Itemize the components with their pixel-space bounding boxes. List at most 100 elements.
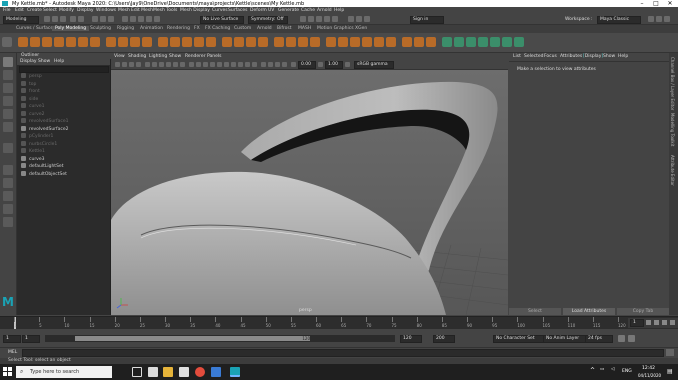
ae-menu-help[interactable]: Help [618,54,628,59]
select-object-icon[interactable] [100,16,106,22]
tab-rigging[interactable]: Rigging [117,26,134,31]
menu-select[interactable]: Select [43,8,57,13]
chrome-icon[interactable] [195,367,205,377]
smooth-shade-icon[interactable] [196,62,201,67]
select-hierarchy-icon[interactable] [92,16,98,22]
clock-date[interactable]: 04/11/2020 [638,373,661,378]
arnold-ipr-icon[interactable] [356,16,362,22]
bridge-icon[interactable] [194,37,204,47]
tab-animation[interactable]: Animation [140,26,163,31]
connect-icon[interactable] [286,37,296,47]
quad-draw-icon[interactable] [298,37,308,47]
toggle-outliner-icon[interactable] [648,16,654,22]
command-input[interactable] [22,349,664,357]
menu-edit-mesh[interactable]: Edit Mesh [131,8,153,13]
poly-disc-icon[interactable] [90,37,100,47]
open-scene-icon[interactable] [52,16,58,22]
outliner-item[interactable]: curve2 [21,110,44,118]
append-icon[interactable] [234,37,244,47]
poly-plane-icon[interactable] [78,37,88,47]
tab-channel-box[interactable]: Channel Box / Layer Editor [670,57,675,110]
tab-sculpting[interactable]: Sculpting [90,26,111,31]
tab-curves-surfaces[interactable]: Curves / Surfaces [16,26,56,31]
playback-start-field[interactable]: 1 [22,335,40,343]
unfold-uv-icon[interactable] [502,37,512,47]
tray-chevron-icon[interactable]: ^ [590,367,595,374]
menu-mesh-display[interactable]: Mesh Display [180,8,210,13]
auto-uv-icon[interactable] [466,37,476,47]
menu-file[interactable]: File [3,8,11,13]
outliner-item[interactable]: persp [21,73,42,80]
ae-menu-focus[interactable]: Focus [544,54,557,59]
select-button[interactable]: Select [509,308,561,315]
poly-cone-icon[interactable] [54,37,64,47]
lasso-tool-icon[interactable] [3,70,13,80]
start-time-field[interactable]: 1 [3,335,21,343]
single-pane-layout-icon[interactable] [3,165,13,175]
outliner-search-input[interactable] [19,66,109,73]
windows-start-icon[interactable] [3,367,12,376]
task-view-icon[interactable] [132,367,142,377]
boolean-icon[interactable] [158,37,168,47]
menu-mesh[interactable]: Mesh [118,8,130,13]
rotate-tool-icon[interactable] [3,109,13,119]
current-frame-field[interactable]: 1 [630,319,644,327]
layout-uv-icon[interactable] [514,37,524,47]
menu-arnold[interactable]: Arnold [317,8,332,13]
merge-icon[interactable] [402,37,412,47]
platonic-solid-icon[interactable] [106,37,116,47]
ipr-render-icon[interactable] [316,16,322,22]
ae-menu-list[interactable]: List [513,54,521,59]
snap-grid-icon[interactable] [122,16,128,22]
fps-dropdown[interactable]: 24 fps [585,335,613,343]
outliner-item[interactable]: pCylinder1 [21,133,53,140]
tab-arnold[interactable]: Arnold [257,26,272,31]
outliner-item[interactable]: curve3 [21,155,44,163]
edge-loop-icon[interactable] [310,37,320,47]
close-button[interactable]: ✕ [664,0,676,7]
tab-xgen[interactable]: XGen [355,26,367,31]
poke-icon[interactable] [350,37,360,47]
fill-hole-icon[interactable] [246,37,256,47]
volume-icon[interactable]: ◁ [611,367,614,372]
use-lights-icon[interactable] [217,62,222,67]
character-set-dropdown[interactable]: No Character Set [493,335,545,343]
collapse-icon[interactable] [414,37,424,47]
wedge-icon[interactable] [362,37,372,47]
ae-menu-attributes[interactable]: Attributes [560,54,582,59]
outliner-item[interactable]: side [21,95,38,103]
mirror-icon[interactable] [170,37,180,47]
smooth-icon[interactable] [142,37,152,47]
poly-cylinder-icon[interactable] [42,37,52,47]
snap-surface-icon[interactable] [154,16,160,22]
ae-menu-display[interactable]: [Display] [583,54,603,59]
outliner-menu-help[interactable]: Help [54,59,64,64]
arnold-view-icon[interactable] [364,16,370,22]
language-indicator[interactable]: ENG [622,369,632,374]
viewport-persp[interactable]: persp [111,70,508,315]
maya-taskbar-icon[interactable] [230,367,240,377]
playback-end-field[interactable]: 120 [400,335,422,343]
outliner-item[interactable]: nurbsCircle1 [21,140,57,148]
notifications-icon[interactable]: ▤ [667,368,673,375]
four-pane-layout-icon[interactable] [3,178,13,188]
network-icon[interactable]: ▭ [600,367,604,372]
snap-curve-icon[interactable] [130,16,136,22]
menu-edit[interactable]: Edit [15,8,24,13]
outliner-item[interactable]: revolvedSurface1 [21,118,68,125]
tab-custom[interactable]: Custom [234,26,251,31]
resolution-gate-icon[interactable] [166,62,171,67]
tab-fx[interactable]: FX [194,26,200,31]
menu-curves[interactable]: Curves [212,8,228,13]
anim-layer-dropdown[interactable]: No Anim Layer [543,335,587,343]
outliner-item[interactable]: defaultObjectSet [21,170,67,178]
separate-icon[interactable] [130,37,140,47]
undo-icon[interactable] [70,16,76,22]
ambient-occlusion-icon[interactable] [231,62,236,67]
sign-in-dropdown[interactable]: Sign in [410,16,444,24]
target-weld-icon[interactable] [274,37,284,47]
folder-icon[interactable] [163,367,173,377]
paint-select-tool-icon[interactable] [3,83,13,93]
workspace-dropdown[interactable]: Maya Classic [597,16,641,24]
outliner-item[interactable]: revolvedSurface2 [21,125,68,133]
